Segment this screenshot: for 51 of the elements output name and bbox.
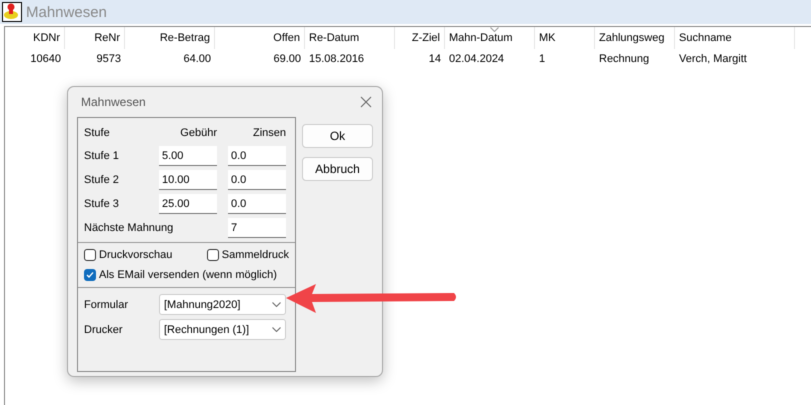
interest-field[interactable]: 0.0	[228, 170, 286, 190]
window-title: Mahnwesen	[26, 4, 107, 20]
app-icon	[2, 2, 22, 22]
dropdown[interactable]: [Mahnung2020]	[159, 294, 286, 315]
sort-icon	[490, 27, 498, 32]
caret-icon	[272, 302, 281, 307]
column-label: Zinsen	[252, 126, 286, 141]
fee-field[interactable]: 5.00	[159, 146, 217, 166]
checkbox-option[interactable]: Druckvorschau	[84, 249, 172, 261]
table-cell-text: 64.00	[182, 52, 212, 67]
column-header[interactable]: Zahlungsweg	[595, 27, 675, 49]
level-label: Stufe 1	[84, 150, 120, 162]
column-header[interactable]: Re-Betrag	[125, 27, 215, 49]
close-icon[interactable]	[360, 96, 372, 108]
table-cell-text: 69.00	[272, 52, 302, 67]
column-header[interactable]: Suchname	[675, 27, 795, 49]
level-label: Stufe 3	[84, 198, 120, 210]
select-label: Drucker	[84, 324, 124, 336]
table-cell-text: Verch, Margitt	[678, 52, 748, 67]
column-label: Stufe	[84, 126, 111, 141]
next-reminder-field[interactable]: 7	[228, 218, 286, 238]
table-cell-text: Rechnung	[598, 52, 650, 67]
next-reminder-label: Nächste Mahnung	[84, 222, 174, 234]
column-header[interactable]: Z-Ziel	[395, 27, 445, 49]
table-cell-text: 9573	[96, 52, 122, 67]
table-cell-text: 02.04.2024	[448, 52, 506, 67]
column-header[interactable]: ReNr	[65, 27, 125, 49]
dialog-button[interactable]: Abbruch	[302, 157, 373, 181]
caret-icon	[272, 327, 281, 332]
column-header[interactable]: Offen	[215, 27, 305, 49]
table-cell-text: 15.08.2016	[308, 52, 366, 67]
select-label: Formular	[84, 298, 130, 310]
dialog-button[interactable]: Ok	[302, 124, 373, 148]
interest-field[interactable]: 0.0	[228, 194, 286, 214]
interest-field[interactable]: 0.0	[228, 146, 286, 166]
dialog-title: Mahnwesen	[81, 95, 146, 109]
checkbox-option[interactable]: Als EMail versenden (wenn möglich)	[84, 269, 277, 281]
table-cell-text: 10640	[29, 52, 62, 67]
table-cell-text: 1	[538, 52, 546, 67]
dropdown[interactable]: [Rechnungen (1)]	[159, 319, 286, 340]
fee-field[interactable]: 10.00	[159, 170, 217, 190]
fee-field[interactable]: 25.00	[159, 194, 217, 214]
column-header[interactable]: Re-Datum	[305, 27, 395, 49]
checkbox-option[interactable]: Sammeldruck	[206, 249, 289, 261]
level-label: Stufe 2	[84, 174, 120, 186]
column-header[interactable]: Mahn-Datum	[445, 27, 535, 49]
column-label: Gebühr	[179, 126, 217, 141]
column-header[interactable]: KDNr	[5, 27, 65, 49]
table-cell-text: 14	[428, 52, 442, 67]
check-icon	[86, 271, 94, 279]
column-header[interactable]: MK	[535, 27, 595, 49]
